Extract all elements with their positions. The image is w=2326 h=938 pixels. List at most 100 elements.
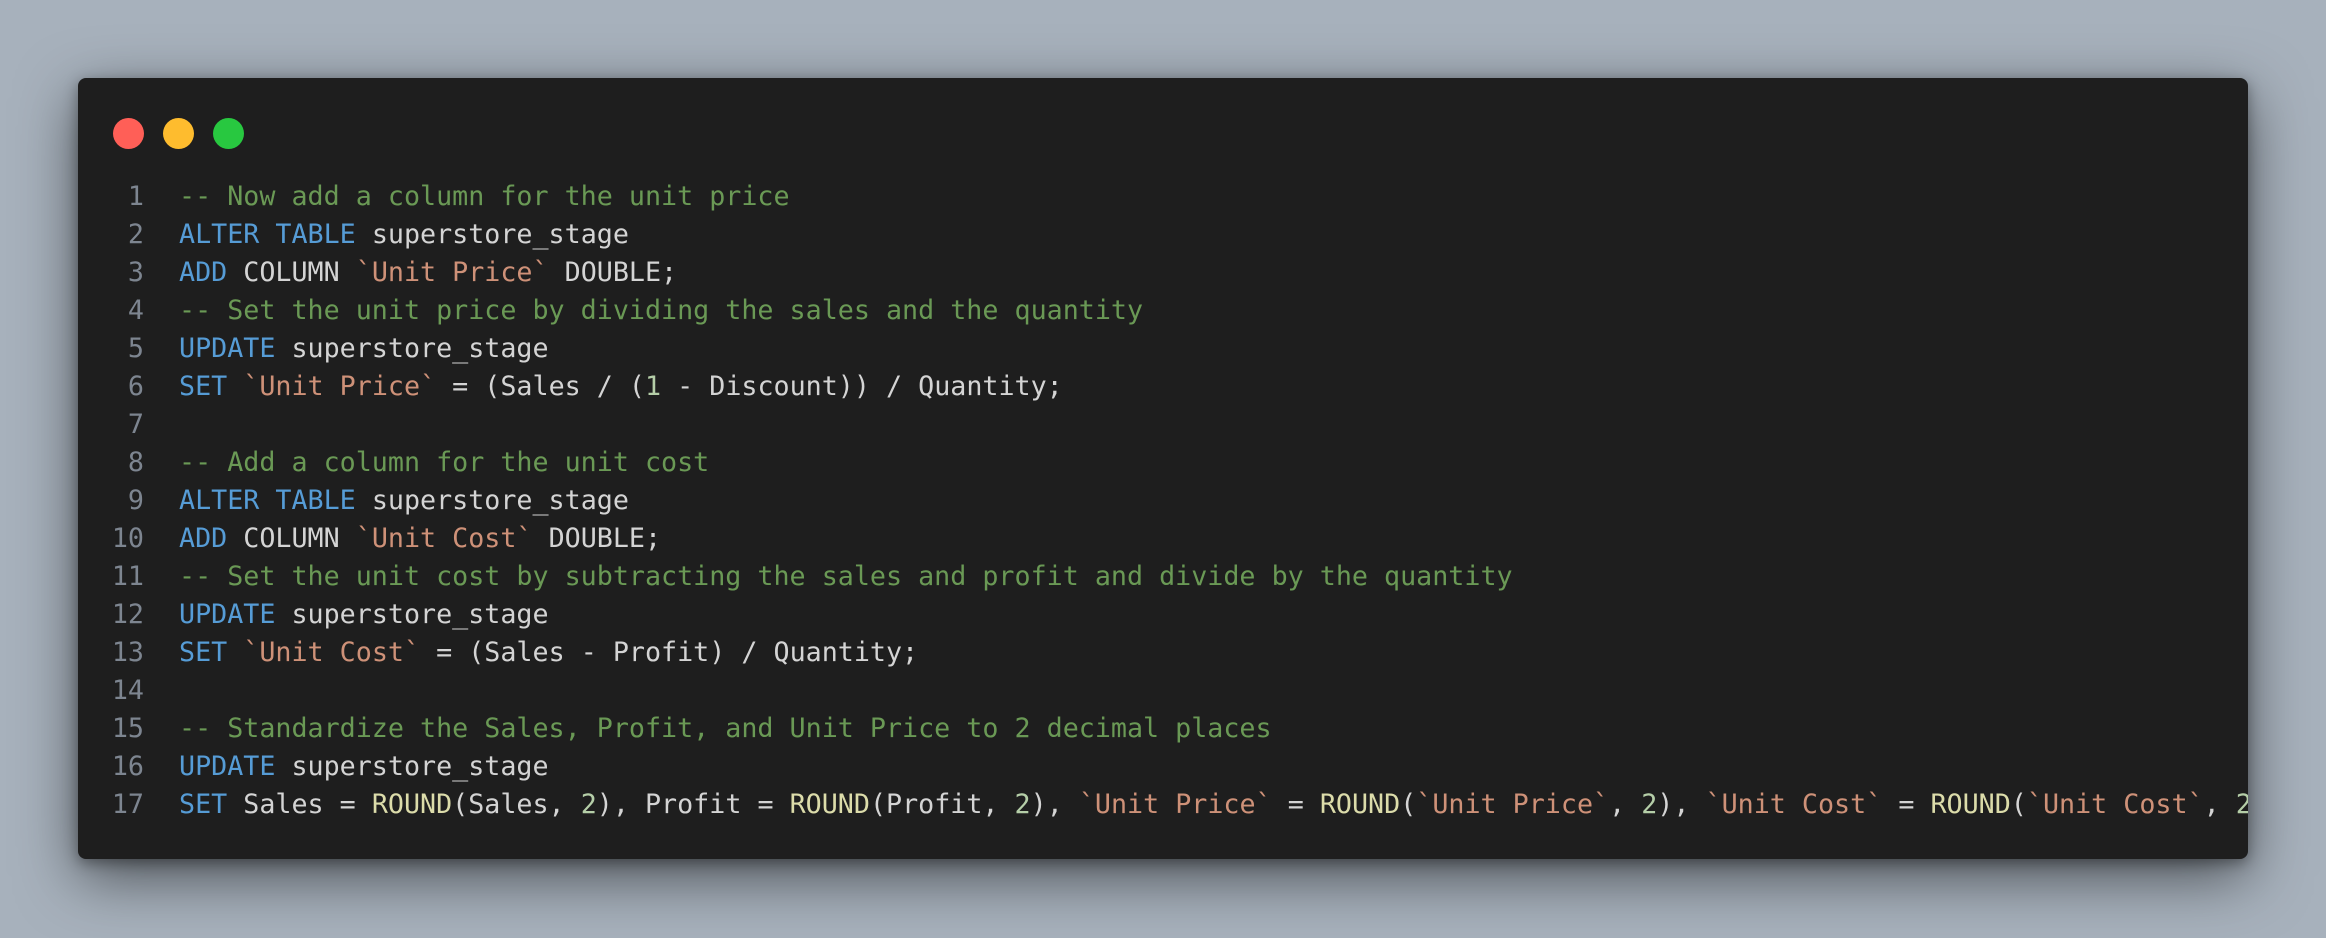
code-token-ident: superstore_stage xyxy=(275,599,549,630)
code-token-string: `Unit Cost` xyxy=(2026,789,2204,820)
code-token-ident: DOUBLE; xyxy=(548,257,678,288)
code-token-ident: ), xyxy=(1657,789,1706,820)
line-number: 2 xyxy=(127,219,144,250)
code-token-ident: (Sales, xyxy=(452,789,581,820)
code-line: 15 -- Standardize the Sales, Profit, and … xyxy=(78,710,2248,748)
line-content xyxy=(144,672,179,710)
line-content: -- Now add a column for the unit price xyxy=(144,178,790,216)
line-number: 6 xyxy=(127,371,144,402)
line-content: ALTER TABLE superstore_stage xyxy=(144,482,629,520)
line-number: 17 xyxy=(111,789,144,820)
code-token-ident: , xyxy=(1609,789,1642,820)
line-content: ADD COLUMN `Unit Cost` DOUBLE; xyxy=(144,520,661,558)
code-token-ident: = (Sales - Profit) / Quantity; xyxy=(420,637,919,668)
code-token-ident: ), xyxy=(1030,789,1079,820)
code-line: 6 SET `Unit Price` = (Sales / (1 - Discou… xyxy=(78,368,2248,406)
line-number: 3 xyxy=(127,257,144,288)
code-token-number: 2 xyxy=(1641,789,1658,820)
code-token-string: `Unit Price` xyxy=(1078,789,1272,820)
line-number: 15 xyxy=(111,713,144,744)
line-number: 5 xyxy=(127,333,144,364)
line-number: 4 xyxy=(127,295,144,326)
line-number: 13 xyxy=(111,637,144,668)
code-line: 5 UPDATE superstore_stage xyxy=(78,330,2248,368)
code-token-comment: -- Standardize the Sales, Profit, and Un… xyxy=(179,713,1272,744)
code-token-comment: -- Set the unit cost by subtracting the … xyxy=(179,561,1513,592)
code-token-ident: superstore_stage xyxy=(275,333,549,364)
code-token-number: 1 xyxy=(644,371,662,402)
code-token-keyword: ADD xyxy=(179,523,228,554)
code-token-comment: -- Set the unit price by dividing the sa… xyxy=(179,295,1144,326)
code-token-keyword: SET xyxy=(179,371,228,402)
code-token-ident xyxy=(227,637,243,668)
code-token-number: 2 xyxy=(2235,789,2248,820)
code-token-string: `Unit Price` xyxy=(243,371,437,402)
code-line: 14 xyxy=(78,672,2248,710)
code-token-ident: = xyxy=(1271,789,1320,820)
line-number: 8 xyxy=(127,447,144,478)
code-token-string: `Unit Cost` xyxy=(355,523,533,554)
close-dot[interactable] xyxy=(113,118,144,149)
line-number: 11 xyxy=(111,561,144,592)
code-token-string: `Unit Price` xyxy=(1416,789,1610,820)
code-token-keyword: SET xyxy=(179,637,228,668)
line-content: UPDATE superstore_stage xyxy=(144,330,549,368)
code-token-keyword: ADD xyxy=(179,257,228,288)
code-token-function: ROUND xyxy=(789,789,870,820)
code-token-string: `Unit Price` xyxy=(355,257,549,288)
code-line: 16 UPDATE superstore_stage xyxy=(78,748,2248,786)
line-content: ADD COLUMN `Unit Price` DOUBLE; xyxy=(144,254,677,292)
line-number: 16 xyxy=(111,751,144,782)
zoom-dot[interactable] xyxy=(213,118,244,149)
code-token-ident: , xyxy=(2203,789,2236,820)
code-token-function: ROUND xyxy=(371,789,453,820)
line-content: -- Set the unit price by dividing the sa… xyxy=(144,292,1143,330)
code-token-ident: superstore_stage xyxy=(355,219,629,250)
code-token-ident xyxy=(227,371,243,402)
code-line: 17 SET Sales = ROUND(Sales, 2), Profit = … xyxy=(78,786,2248,824)
line-number: 10 xyxy=(111,523,144,554)
code-token-comment: -- Add a column for the unit cost xyxy=(179,447,710,478)
code-token-number: 2 xyxy=(1014,789,1031,820)
code-token-ident: (Profit, xyxy=(869,789,1015,820)
code-line: 10 ADD COLUMN `Unit Cost` DOUBLE; xyxy=(78,520,2248,558)
line-content: SET `Unit Price` = (Sales / (1 - Discoun… xyxy=(144,368,1063,406)
code-token-ident: COLUMN xyxy=(227,257,356,288)
code-line: 13 SET `Unit Cost` = (Sales - Profit) / Q… xyxy=(78,634,2248,672)
line-number: 1 xyxy=(127,181,144,212)
minimize-dot[interactable] xyxy=(163,118,194,149)
code-token-keyword: UPDATE xyxy=(179,599,276,630)
line-content: -- Add a column for the unit cost xyxy=(144,444,709,482)
code-token-keyword: UPDATE xyxy=(179,333,276,364)
code-token-ident: superstore_stage xyxy=(355,485,629,516)
code-line: 11 -- Set the unit cost by subtracting th… xyxy=(78,558,2248,596)
code-token-string: `Unit Cost` xyxy=(1705,789,1883,820)
line-content: -- Standardize the Sales, Profit, and Un… xyxy=(144,710,1272,748)
code-token-number: 2 xyxy=(580,789,597,820)
code-line: 8 -- Add a column for the unit cost xyxy=(78,444,2248,482)
code-window: 1 -- Now add a column for the unit price 2… xyxy=(78,78,2248,859)
code-token-comment: -- Now add a column for the unit price xyxy=(179,181,790,212)
code-line: 4 -- Set the unit price by dividing the s… xyxy=(78,292,2248,330)
line-number: 14 xyxy=(111,675,144,706)
code-token-ident: superstore_stage xyxy=(275,751,549,782)
code-token-string: `Unit Cost` xyxy=(243,637,421,668)
code-token-ident: DOUBLE; xyxy=(532,523,662,554)
code-token-keyword: ALTER TABLE xyxy=(179,219,356,250)
code-editor[interactable]: 1 -- Now add a column for the unit price 2… xyxy=(78,178,2248,824)
code-line: 12 UPDATE superstore_stage xyxy=(78,596,2248,634)
code-token-ident: Sales = xyxy=(227,789,372,820)
window-controls xyxy=(113,118,244,149)
code-token-ident: ( xyxy=(2010,789,2027,820)
code-token-keyword: ALTER TABLE xyxy=(179,485,356,516)
line-content: -- Set the unit cost by subtracting the … xyxy=(144,558,1513,596)
line-number: 9 xyxy=(127,485,144,516)
code-token-ident: COLUMN xyxy=(227,523,356,554)
code-token-keyword: UPDATE xyxy=(179,751,276,782)
line-content: ALTER TABLE superstore_stage xyxy=(144,216,629,254)
code-line: 2 ALTER TABLE superstore_stage xyxy=(78,216,2248,254)
code-line: 9 ALTER TABLE superstore_stage xyxy=(78,482,2248,520)
line-content: SET `Unit Cost` = (Sales - Profit) / Qua… xyxy=(144,634,918,672)
line-content: UPDATE superstore_stage xyxy=(144,596,549,634)
code-token-keyword: SET xyxy=(179,789,228,820)
